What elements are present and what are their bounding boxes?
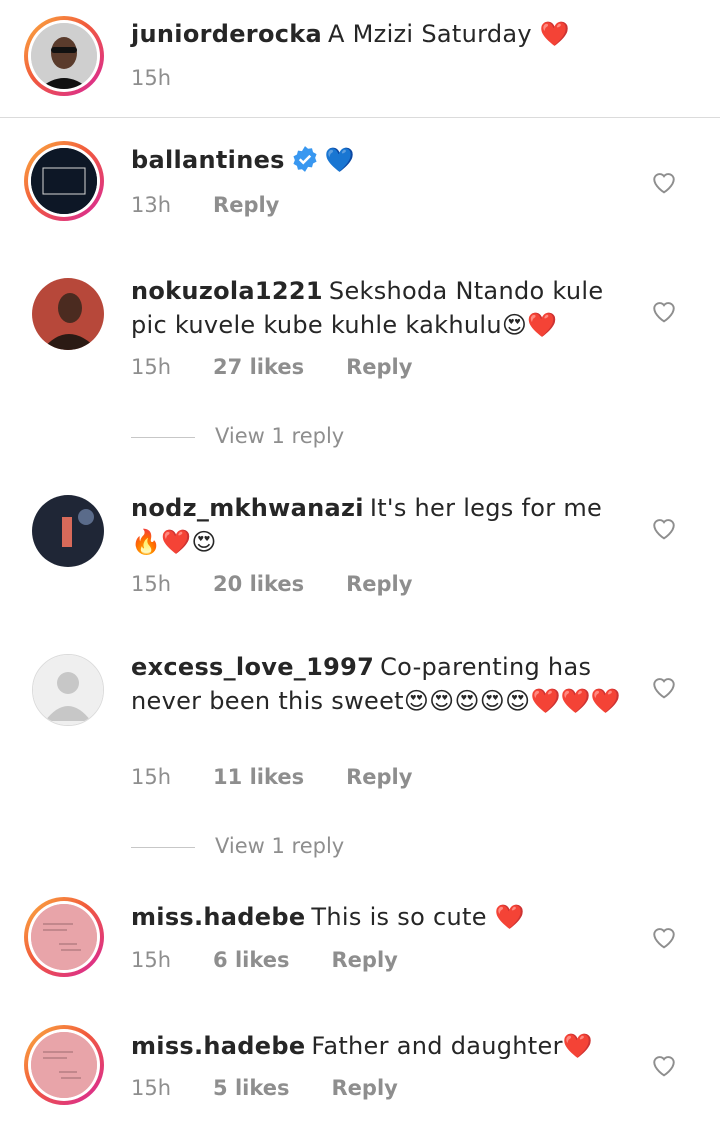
like-heart-icon[interactable]	[651, 675, 677, 699]
avatar[interactable]	[32, 278, 104, 350]
comment-meta: 15h 6 likes Reply	[131, 948, 440, 972]
username[interactable]: excess_love_1997	[131, 653, 374, 681]
comment-body: Father and daughter❤️	[311, 1032, 593, 1060]
note-photo-icon	[31, 1032, 97, 1098]
username[interactable]: miss.hadebe	[131, 1032, 305, 1060]
reply-line	[131, 436, 195, 438]
like-heart-icon[interactable]	[651, 1053, 677, 1077]
like-heart-icon[interactable]	[651, 516, 677, 540]
comment-text: ballantines 💙	[131, 143, 631, 177]
username[interactable]: nokuzola1221	[131, 277, 323, 305]
user-photo-icon	[32, 278, 104, 350]
like-heart-icon[interactable]	[651, 170, 677, 194]
timestamp: 15h	[131, 355, 172, 379]
likes-count[interactable]: 20 likes	[213, 572, 304, 596]
verified-badge-icon	[293, 146, 317, 172]
default-avatar-icon	[33, 655, 103, 725]
comment-text: miss.hadebe This is so cute ❤️	[131, 900, 631, 934]
view-replies-button[interactable]: View 1 reply	[131, 834, 344, 858]
likes-count[interactable]: 5 likes	[213, 1076, 289, 1100]
avatar[interactable]	[24, 897, 104, 977]
reply-button[interactable]: Reply	[213, 193, 279, 217]
timestamp: 13h	[131, 193, 172, 217]
avatar[interactable]	[32, 654, 104, 726]
reply-button[interactable]: Reply	[346, 765, 412, 789]
comment-text: juniorderocka A Mzizi Saturday ❤️	[131, 17, 631, 51]
comment-meta: 15h	[131, 66, 213, 90]
comment-text: miss.hadebe Father and daughter❤️	[131, 1029, 631, 1063]
user-photo-icon	[32, 495, 104, 567]
comment-meta: 15h 27 likes Reply	[131, 355, 454, 379]
comment-text: nodz_mkhwanazi It's her legs for me🔥❤️😍	[131, 491, 631, 559]
username[interactable]: nodz_mkhwanazi	[131, 494, 364, 522]
reply-line	[131, 846, 195, 848]
likes-count[interactable]: 27 likes	[213, 355, 304, 379]
timestamp: 15h	[131, 948, 172, 972]
likes-count[interactable]: 6 likes	[213, 948, 289, 972]
note-photo-icon	[31, 904, 97, 970]
comment-meta: 15h 5 likes Reply	[131, 1076, 440, 1100]
comment-body: 💙	[324, 146, 355, 174]
comment-text: excess_love_1997 Co-parenting has never b…	[131, 650, 631, 718]
reply-button[interactable]: Reply	[346, 355, 412, 379]
timestamp: 15h	[131, 765, 172, 789]
reply-button[interactable]: Reply	[346, 572, 412, 596]
comment-body: This is so cute ❤️	[311, 903, 525, 931]
timestamp: 15h	[131, 1076, 172, 1100]
username[interactable]: ballantines	[131, 146, 285, 174]
avatar[interactable]	[24, 16, 104, 96]
like-heart-icon[interactable]	[651, 299, 677, 323]
reply-button[interactable]: Reply	[332, 1076, 398, 1100]
avatar[interactable]	[24, 141, 104, 221]
brand-logo-icon	[31, 148, 97, 214]
like-heart-icon[interactable]	[651, 925, 677, 949]
comment-meta: 15h 11 likes Reply	[131, 765, 454, 789]
likes-count[interactable]: 11 likes	[213, 765, 304, 789]
timestamp: 15h	[131, 66, 172, 90]
comment-body: A Mzizi Saturday ❤️	[328, 20, 570, 48]
divider	[0, 117, 720, 118]
view-replies-button[interactable]: View 1 reply	[131, 424, 344, 448]
avatar[interactable]	[32, 495, 104, 567]
avatar[interactable]	[24, 1025, 104, 1105]
comment-meta: 13h Reply	[131, 193, 321, 217]
comment-text: nokuzola1221 Sekshoda Ntando kule pic kuv…	[131, 274, 631, 342]
timestamp: 15h	[131, 572, 172, 596]
username[interactable]: miss.hadebe	[131, 903, 305, 931]
comment-meta: 15h 20 likes Reply	[131, 572, 454, 596]
reply-button[interactable]: Reply	[332, 948, 398, 972]
username[interactable]: juniorderocka	[131, 20, 322, 48]
user-photo-icon	[31, 23, 97, 89]
